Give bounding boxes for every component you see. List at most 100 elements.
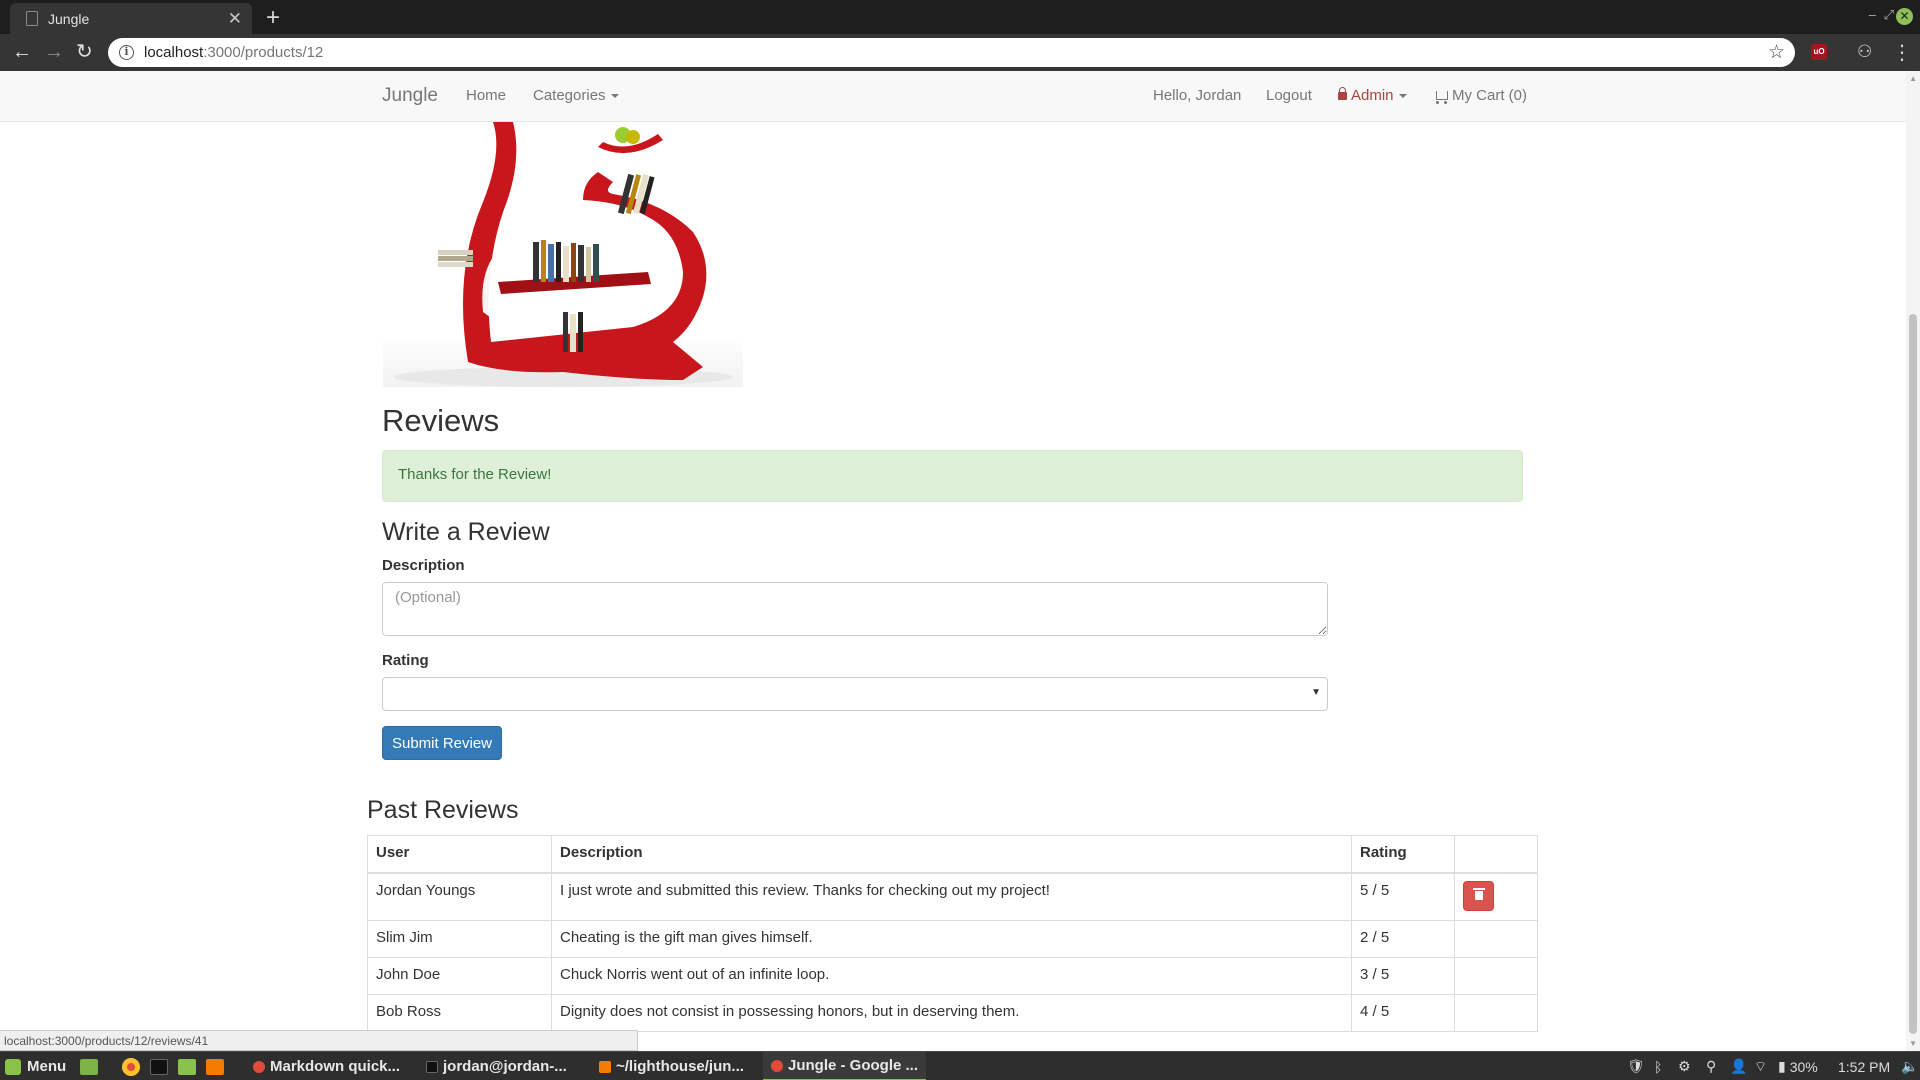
site-navbar: Jungle Home Categories Hello, Jordan Log…	[0, 71, 1906, 122]
extension-icon[interactable]: ⚇	[1857, 42, 1872, 62]
write-review-heading: Write a Review	[382, 518, 550, 546]
tab-title: Jungle	[48, 10, 90, 27]
taskbar-window-jungle[interactable]: Jungle - Google ...	[763, 1052, 927, 1080]
terminal-launcher[interactable]	[150, 1052, 168, 1080]
review-description: Dignity does not consist in possessing h…	[551, 994, 1352, 1032]
submit-review-button[interactable]: Submit Review	[382, 726, 502, 760]
description-label: Description	[382, 557, 465, 574]
bookshelf-illustration	[393, 122, 733, 387]
volume-icon[interactable]: 🔈	[1901, 1052, 1918, 1080]
chrome-icon	[122, 1057, 140, 1076]
reviews-heading: Reviews	[382, 403, 500, 438]
start-menu-label: Menu	[27, 1058, 67, 1075]
show-desktop-launcher[interactable]	[80, 1052, 98, 1080]
review-description: Cheating is the gift man gives himself.	[551, 920, 1352, 958]
link-status-bar: localhost:3000/products/12/reviews/41	[0, 1030, 638, 1051]
page-scrollbar[interactable]: ▲ ▼	[1906, 71, 1920, 1051]
folder-icon	[178, 1058, 196, 1075]
nav-home[interactable]: Home	[466, 87, 506, 104]
browser-tab-strip: Jungle ✕ + – ⤢ ✕	[0, 0, 1920, 34]
sublime-icon	[206, 1058, 224, 1075]
review-rating: 4 / 5	[1351, 994, 1455, 1032]
minimize-icon[interactable]: –	[1869, 8, 1876, 22]
scroll-thumb[interactable]	[1909, 314, 1917, 1034]
table-row: Bob Ross Dignity does not consist in pos…	[367, 994, 1538, 1032]
rating-select[interactable]: ▼	[382, 677, 1328, 711]
battery-indicator[interactable]: ▮ 30%	[1778, 1052, 1818, 1080]
page-viewport: Jungle Home Categories Hello, Jordan Log…	[0, 71, 1920, 1051]
tab-close-icon[interactable]: ✕	[228, 10, 242, 27]
chrome-icon	[253, 1060, 265, 1073]
reload-icon[interactable]: ↻	[76, 41, 93, 63]
description-textarea[interactable]	[382, 582, 1328, 636]
chrome-menu-icon[interactable]: ⋮	[1892, 40, 1912, 65]
review-actions	[1454, 994, 1538, 1032]
table-header-row: User Description Rating	[367, 835, 1538, 874]
past-reviews-table: User Description Rating Jordan Youngs I …	[367, 835, 1538, 1032]
header-rating: Rating	[1351, 835, 1455, 874]
location-icon[interactable]: ⚲	[1706, 1052, 1716, 1080]
review-actions	[1454, 957, 1538, 995]
settings-gear-icon[interactable]: ⚙	[1678, 1052, 1691, 1080]
delete-review-button[interactable]	[1463, 880, 1494, 911]
chrome-launcher[interactable]	[122, 1052, 140, 1080]
scroll-down-icon[interactable]: ▼	[1909, 1039, 1917, 1048]
nav-cart[interactable]: My Cart (0)	[1436, 87, 1527, 104]
mint-logo-icon	[5, 1058, 21, 1075]
brand-link[interactable]: Jungle	[382, 85, 438, 107]
review-user: Bob Ross	[367, 994, 552, 1032]
review-user: Slim Jim	[367, 920, 552, 958]
bluetooth-icon[interactable]: ᛒ	[1654, 1052, 1662, 1080]
nav-cart-label: My Cart (0)	[1452, 87, 1527, 104]
rating-label: Rating	[382, 652, 429, 669]
battery-percent: 30%	[1789, 1058, 1818, 1075]
terminal-icon	[426, 1060, 438, 1073]
nav-greeting: Hello, Jordan	[1153, 87, 1242, 104]
forward-icon[interactable]: →	[44, 41, 64, 63]
nav-categories[interactable]: Categories	[533, 87, 619, 104]
new-tab-icon[interactable]: +	[266, 6, 280, 30]
ublock-extension-icon[interactable]: uO	[1811, 44, 1827, 60]
taskbar-window-sublime[interactable]: ~/lighthouse/jun...	[599, 1052, 744, 1080]
battery-icon: ▮	[1778, 1058, 1786, 1074]
taskbar-window-markdown[interactable]: Markdown quick...	[253, 1052, 400, 1080]
shopping-cart-icon	[1436, 91, 1448, 104]
sublime-icon	[599, 1060, 611, 1073]
scroll-up-icon[interactable]: ▲	[1909, 74, 1917, 83]
shield-icon[interactable]: 🛡	[1627, 1052, 1645, 1080]
wifi-icon[interactable]: ⌔	[1754, 1052, 1767, 1080]
maximize-icon[interactable]: ⤢	[1884, 8, 1894, 22]
clock[interactable]: 1:52 PM	[1838, 1052, 1890, 1080]
page-icon	[26, 11, 38, 26]
start-menu-button[interactable]: Menu	[5, 1052, 66, 1080]
address-bar[interactable]: i localhost:3000/products/12 ☆	[108, 38, 1795, 67]
info-icon[interactable]: i	[119, 45, 134, 60]
lock-icon	[1338, 87, 1347, 100]
review-rating: 5 / 5	[1351, 872, 1455, 921]
url-path: :3000/products/12	[203, 44, 324, 61]
browser-tab[interactable]: Jungle ✕	[10, 3, 252, 34]
review-description: Chuck Norris went out of an infinite loo…	[551, 957, 1352, 995]
caret-down-icon	[1398, 94, 1407, 99]
bookmark-star-icon[interactable]: ☆	[1768, 41, 1785, 64]
nav-admin-label: Admin	[1351, 87, 1394, 104]
nav-logout[interactable]: Logout	[1266, 87, 1312, 104]
user-icon[interactable]: 👤	[1730, 1052, 1747, 1080]
taskbar-window-label: Jungle - Google ...	[788, 1057, 919, 1074]
review-description: I just wrote and submitted this review. …	[551, 872, 1352, 921]
sublime-launcher[interactable]	[206, 1052, 224, 1080]
caret-down-icon	[610, 94, 619, 99]
window-close-icon[interactable]: ✕	[1896, 8, 1913, 25]
nav-categories-label: Categories	[533, 87, 606, 104]
back-icon[interactable]: ←	[12, 41, 32, 63]
taskbar-window-label: Markdown quick...	[270, 1058, 401, 1075]
taskbar-window-terminal[interactable]: jordan@jordan-...	[426, 1052, 567, 1080]
taskbar-window-label: jordan@jordan-...	[443, 1058, 567, 1075]
review-user: John Doe	[367, 957, 552, 995]
header-user: User	[367, 835, 552, 874]
table-row: Slim Jim Cheating is the gift man gives …	[367, 920, 1538, 958]
nav-admin[interactable]: Admin	[1338, 87, 1407, 104]
desktop-icon	[80, 1058, 98, 1075]
files-launcher[interactable]	[178, 1052, 196, 1080]
past-reviews-heading: Past Reviews	[367, 796, 519, 824]
